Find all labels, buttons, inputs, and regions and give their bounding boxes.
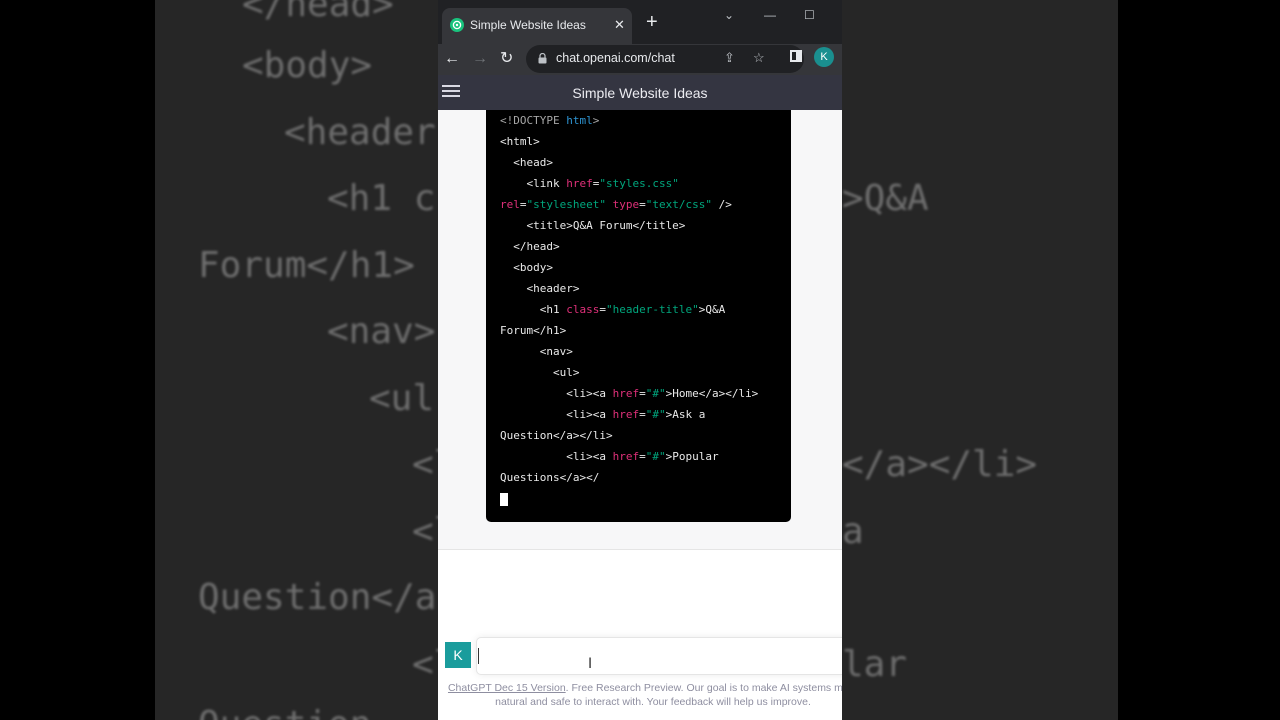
footer-text-line2: natural and safe to interact with. Your … xyxy=(495,696,811,708)
code-line: <title>Q&A Forum</title> xyxy=(500,219,686,232)
code-content: <!DOCTYPE html> <html> <head> <link href=… xyxy=(500,110,758,509)
backdrop-right: >Q&A </a></li> a lar xyxy=(842,0,1118,720)
share-icon[interactable]: ⇪ xyxy=(724,50,735,66)
backdrop-text: >Q&A xyxy=(842,178,929,219)
code-line: <html> xyxy=(500,135,540,148)
mouse-ibeam-icon: I xyxy=(588,656,593,672)
backdrop-text: <nav> xyxy=(327,311,436,352)
backdrop-text: a xyxy=(842,511,864,552)
code-line xyxy=(500,488,758,509)
backdrop-text: <h1 c xyxy=(327,178,436,219)
address-bar[interactable]: chat.openai.com/chat ⇪ ☆ xyxy=(526,45,804,73)
tab-search-icon[interactable]: ⌄ xyxy=(724,8,734,22)
minimize-icon[interactable]: — xyxy=(764,8,776,22)
code-line: <!DOCTYPE html> xyxy=(500,114,600,127)
forward-arrow-icon[interactable]: → xyxy=(472,48,488,70)
backdrop-text: Question</a xyxy=(198,577,437,618)
footer-disclaimer: ChatGPT Dec 15 Version. Free Research Pr… xyxy=(438,681,842,709)
browser-toolbar: ← → ↻ chat.openai.com/chat ⇪ ☆ K xyxy=(438,44,842,75)
backdrop-text: </a></li> xyxy=(842,444,1038,485)
backdrop-text: Forum</h1> xyxy=(198,245,415,286)
maximize-icon[interactable]: ☐ xyxy=(804,8,815,22)
bookmark-star-icon[interactable]: ☆ xyxy=(753,50,765,66)
new-tab-icon[interactable]: + xyxy=(646,12,658,32)
code-line: <h1 class="header-title">Q&A xyxy=(500,303,726,316)
code-line: <header> xyxy=(500,282,580,295)
tab-title: Simple Website Ideas xyxy=(470,18,586,32)
chat-title: Simple Website Ideas xyxy=(572,85,708,101)
browser-window: Simple Website Ideas ✕ + ⌄ — ☐ ← → ↻ cha… xyxy=(438,0,842,720)
text-caret xyxy=(478,648,479,664)
backdrop-text: <l xyxy=(412,511,438,552)
side-panel-icon[interactable] xyxy=(790,50,802,62)
backdrop-text: lar xyxy=(842,644,908,685)
streaming-cursor xyxy=(500,492,508,506)
version-link[interactable]: ChatGPT Dec 15 Version xyxy=(448,682,566,694)
backdrop-text: <l xyxy=(412,644,438,685)
openai-logo-icon xyxy=(450,18,464,32)
backdrop-text: </head> xyxy=(242,0,394,25)
code-line: <link href="styles.css" xyxy=(500,177,679,190)
code-line: Question</a></li> xyxy=(500,429,613,442)
composer-area: K I ChatGPT Dec 15 Version. Free Researc… xyxy=(438,551,842,720)
backdrop-text: Ouestion xyxy=(198,704,371,720)
code-block: <!DOCTYPE html> <html> <head> <link href=… xyxy=(486,110,791,522)
backdrop-text: <l xyxy=(412,444,438,485)
close-tab-icon[interactable]: ✕ xyxy=(614,17,625,33)
tab-bar: Simple Website Ideas ✕ + ⌄ — ☐ xyxy=(438,0,842,44)
backdrop-left: </head> <body> <header <h1 c Forum</h1> … xyxy=(155,0,438,720)
code-line: </head> xyxy=(500,240,560,253)
lock-icon xyxy=(538,53,547,64)
backdrop-text: <ul xyxy=(369,378,435,419)
chat-header: Simple Website Ideas xyxy=(438,75,842,110)
code-line: <nav> xyxy=(500,345,573,358)
reload-icon[interactable]: ↻ xyxy=(500,48,513,70)
browser-tab[interactable]: Simple Website Ideas ✕ xyxy=(442,8,632,44)
code-line: <li><a href="#">Popular xyxy=(500,450,719,463)
back-arrow-icon[interactable]: ← xyxy=(444,48,460,70)
code-line: rel="stylesheet" type="text/css" /> xyxy=(500,198,732,211)
user-avatar: K xyxy=(445,642,471,668)
code-line: <head> xyxy=(500,156,553,169)
code-line: Questions</a></ xyxy=(500,471,600,484)
code-line: <li><a href="#">Home</a></li> xyxy=(500,387,759,400)
code-line: Forum</h1> xyxy=(500,324,567,337)
profile-avatar[interactable]: K xyxy=(814,47,834,67)
message-input[interactable]: I xyxy=(476,637,842,675)
code-line: <li><a href="#">Ask a xyxy=(500,408,706,421)
url-text: chat.openai.com/chat xyxy=(556,51,675,65)
code-line: <ul> xyxy=(500,366,580,379)
backdrop-text: <body> xyxy=(242,45,373,86)
backdrop-text: <header xyxy=(284,112,436,153)
code-line: <body> xyxy=(500,261,553,274)
footer-text: . Free Research Preview. Our goal is to … xyxy=(565,682,842,694)
conversation-area: <!DOCTYPE html> <html> <head> <link href=… xyxy=(438,110,842,550)
